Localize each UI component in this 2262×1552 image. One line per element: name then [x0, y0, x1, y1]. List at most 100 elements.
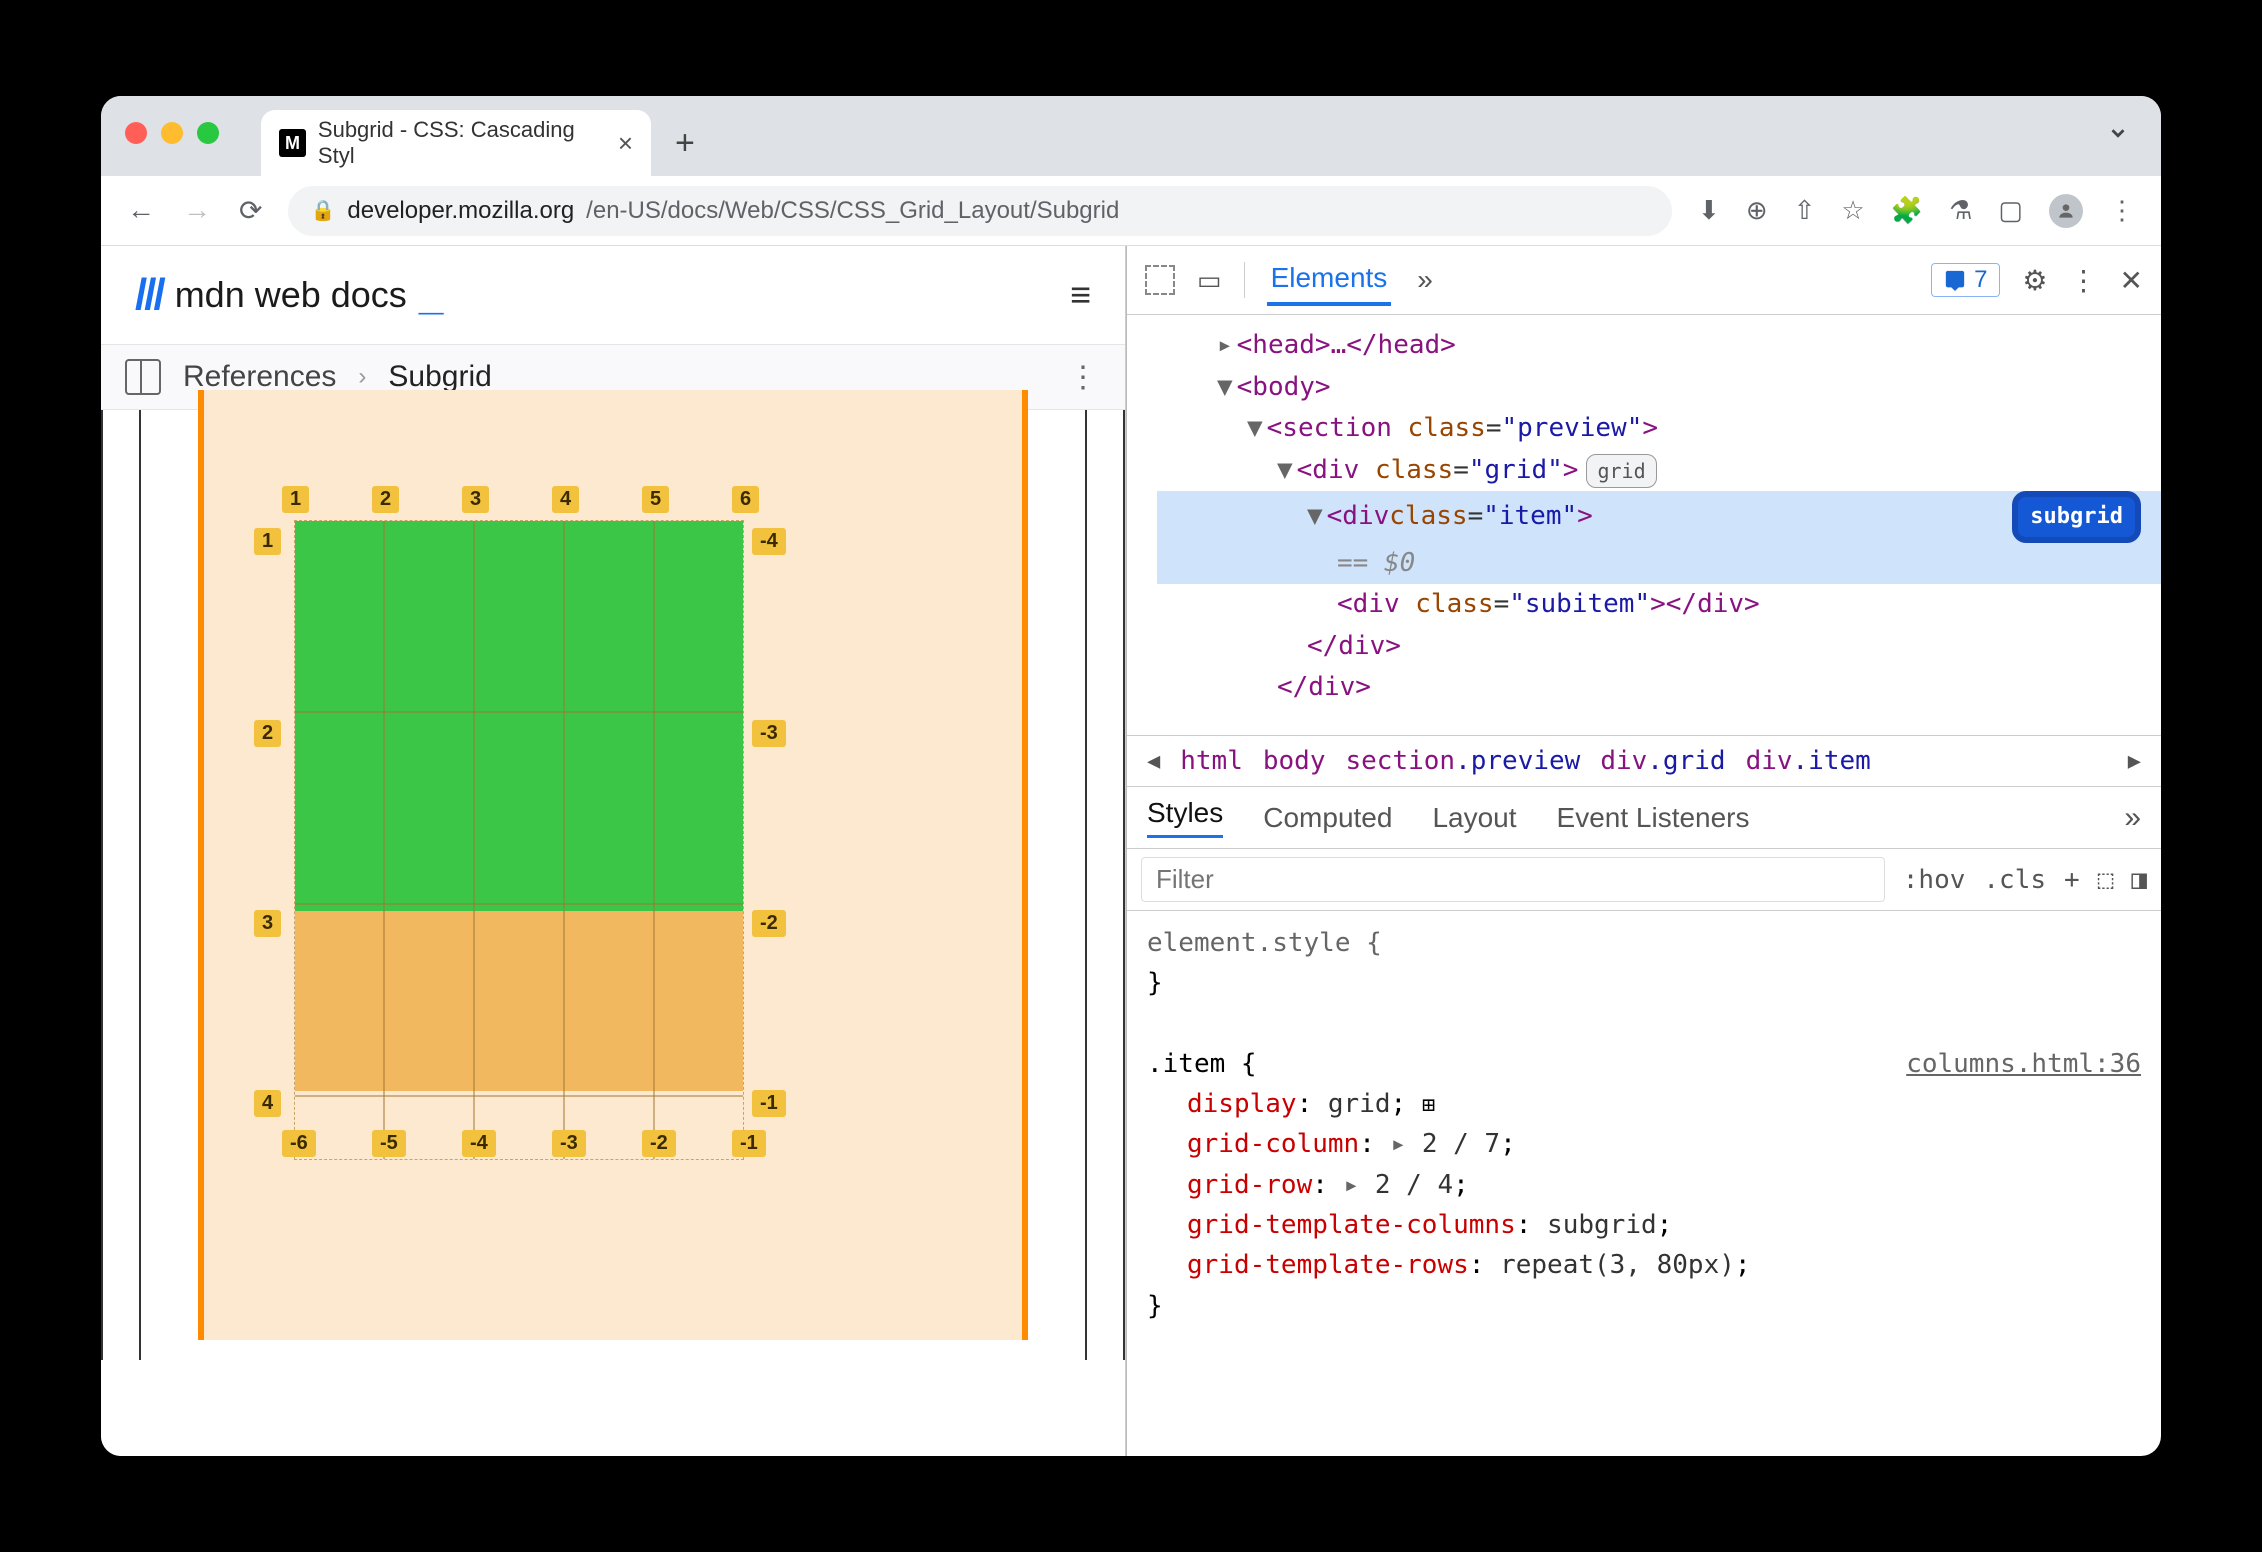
item-rule-close: }: [1147, 1286, 2141, 1326]
share-icon[interactable]: ⇧: [1794, 195, 1816, 226]
mdn-favicon: M: [279, 129, 306, 157]
styles-tab[interactable]: Styles: [1147, 797, 1223, 838]
new-tab-button[interactable]: +: [661, 118, 709, 169]
cls-toggle[interactable]: .cls: [1983, 865, 2046, 895]
forward-icon[interactable]: →: [183, 194, 211, 227]
grid-label-bottom-1: -6: [282, 1130, 316, 1157]
reload-icon[interactable]: ⟳: [239, 194, 262, 227]
separator: [1244, 262, 1245, 298]
close-devtools-icon[interactable]: ✕: [2120, 264, 2143, 297]
sidebar-toggle-icon[interactable]: [125, 359, 161, 395]
profile-avatar[interactable]: [2049, 194, 2083, 228]
address-bar: ← → ⟳ 🔒 developer.mozilla.org/en-US/docs…: [101, 176, 2161, 246]
dom-section: ▼<section class="preview">: [1157, 408, 2161, 450]
breadcrumb-references[interactable]: References: [183, 360, 336, 394]
path-left-icon[interactable]: ◀: [1147, 749, 1160, 774]
grid-label-right-4: -1: [752, 1090, 786, 1117]
grid-label-left-2: 2: [254, 720, 281, 747]
grid-overlay: [294, 520, 744, 1160]
hov-toggle[interactable]: :hov: [1903, 865, 1966, 895]
content-area: /// mdn web docs _ ≡ References › Subgri…: [101, 246, 2161, 1456]
more-subtabs-icon[interactable]: »: [2124, 801, 2141, 835]
install-icon[interactable]: ⬇: [1698, 195, 1720, 226]
path-right-icon[interactable]: ▶: [2128, 749, 2141, 774]
logo-text: mdn web docs: [175, 274, 407, 316]
grid-label-right-1: -4: [752, 528, 786, 555]
sidebar-icon[interactable]: ◨: [2131, 865, 2147, 895]
prop-display: display: grid;: [1147, 1084, 2141, 1124]
grid-label-top-6: 6: [732, 486, 759, 513]
dom-body: ▼<body>: [1157, 367, 2161, 409]
dom-grid-close: </div>: [1157, 667, 2161, 709]
nav-buttons: ← → ⟳: [127, 194, 262, 227]
grid-label-bottom-2: -5: [372, 1130, 406, 1157]
subgrid-badge[interactable]: subgrid: [2012, 491, 2141, 542]
styles-body[interactable]: element.style { } .item { columns.html:3…: [1127, 911, 2161, 1456]
flex-icon[interactable]: ⬚: [2098, 865, 2114, 895]
url-path: /en-US/docs/Web/CSS/CSS_Grid_Layout/Subg…: [586, 197, 1119, 225]
devtools-menu-icon[interactable]: ⋮: [2070, 264, 2098, 297]
dom-tree[interactable]: ▸<head>…</head> ▼<body> ▼<section class=…: [1127, 315, 2161, 735]
styles-filter-input[interactable]: [1141, 857, 1885, 902]
traffic-lights: [125, 122, 219, 144]
computed-tab[interactable]: Computed: [1263, 802, 1392, 834]
grid-label-bottom-4: -3: [552, 1130, 586, 1157]
styles-tabs: Styles Computed Layout Event Listeners »: [1127, 787, 2161, 849]
issues-count: 7: [1974, 266, 1987, 294]
tab-list-chevron-icon[interactable]: [2107, 122, 2129, 149]
new-rule-icon[interactable]: +: [2064, 865, 2080, 895]
zoom-icon[interactable]: ⊕: [1746, 195, 1768, 226]
hamburger-icon[interactable]: ≡: [1070, 274, 1091, 316]
inspect-icon[interactable]: [1145, 265, 1175, 295]
grid-badge[interactable]: grid: [1586, 454, 1656, 488]
grid-label-left-1: 1: [254, 528, 281, 555]
issues-badge[interactable]: 7: [1931, 263, 2000, 297]
labs-icon[interactable]: ⚗: [1949, 195, 1972, 226]
prop-grid-column: grid-column: ▸ 2 / 7;: [1147, 1124, 2141, 1164]
minimize-window[interactable]: [161, 122, 183, 144]
menu-icon[interactable]: ⋮: [2109, 195, 2135, 226]
tab-strip: M Subgrid - CSS: Cascading Styl × +: [261, 110, 709, 176]
prop-gtc: grid-template-columns: subgrid;: [1147, 1205, 2141, 1245]
maximize-window[interactable]: [197, 122, 219, 144]
tab-title: Subgrid - CSS: Cascading Styl: [318, 117, 606, 169]
listeners-tab[interactable]: Event Listeners: [1557, 802, 1750, 834]
browser-tab[interactable]: M Subgrid - CSS: Cascading Styl ×: [261, 110, 651, 176]
more-tabs-icon[interactable]: »: [1413, 256, 1437, 304]
device-toggle-icon[interactable]: ▭: [1197, 265, 1222, 296]
source-link[interactable]: columns.html:36: [1906, 1044, 2141, 1084]
grid-label-right-3: -2: [752, 910, 786, 937]
grid-editor-icon[interactable]: [1422, 1089, 1435, 1119]
close-window[interactable]: [125, 122, 147, 144]
devtools-tabs: ▭ Elements » 7 ⚙ ⋮ ✕: [1127, 246, 2161, 315]
grid-label-top-4: 4: [552, 486, 579, 513]
mdn-page: /// mdn web docs _ ≡ References › Subgri…: [101, 246, 1126, 1456]
extensions-icon[interactable]: 🧩: [1891, 195, 1923, 226]
element-style-open: element.style {: [1147, 923, 2141, 963]
back-icon[interactable]: ←: [127, 194, 155, 227]
grid-label-top-1: 1: [282, 486, 309, 513]
dom-selected-marker: == $0: [1157, 543, 2161, 585]
layout-tab[interactable]: Layout: [1432, 802, 1516, 834]
dom-head: ▸<head>…</head>: [1157, 325, 2161, 367]
breadcrumb-separator-icon: ›: [358, 363, 366, 391]
breadcrumb-current: Subgrid: [388, 360, 491, 394]
settings-icon[interactable]: ⚙: [2022, 264, 2047, 297]
bookmark-icon[interactable]: ☆: [1841, 195, 1864, 226]
grid-label-bottom-5: -2: [642, 1130, 676, 1157]
url-input[interactable]: 🔒 developer.mozilla.org/en-US/docs/Web/C…: [288, 186, 1672, 236]
grid-label-right-2: -3: [752, 720, 786, 747]
lock-icon: 🔒: [310, 198, 335, 223]
dom-grid: ▼<div class="grid">grid: [1157, 450, 2161, 492]
mdn-logo[interactable]: /// mdn web docs _: [135, 270, 443, 320]
filter-row: :hov .cls + ⬚ ◨: [1127, 849, 2161, 911]
devtools-panel: ▭ Elements » 7 ⚙ ⋮ ✕ ▸<head>…</head> ▼<b…: [1126, 246, 2161, 1456]
tab-strip-area: M Subgrid - CSS: Cascading Styl × +: [101, 96, 2161, 176]
page-actions-icon[interactable]: ⋮: [1068, 360, 1101, 395]
close-tab-icon[interactable]: ×: [618, 128, 633, 159]
mdn-header: /// mdn web docs _ ≡: [101, 246, 1125, 344]
sidepanel-icon[interactable]: ▢: [1998, 195, 2023, 226]
dom-path[interactable]: ◀ html body section.preview div.grid div…: [1127, 735, 2161, 787]
grid-label-left-3: 3: [254, 910, 281, 937]
elements-tab[interactable]: Elements: [1267, 254, 1392, 306]
